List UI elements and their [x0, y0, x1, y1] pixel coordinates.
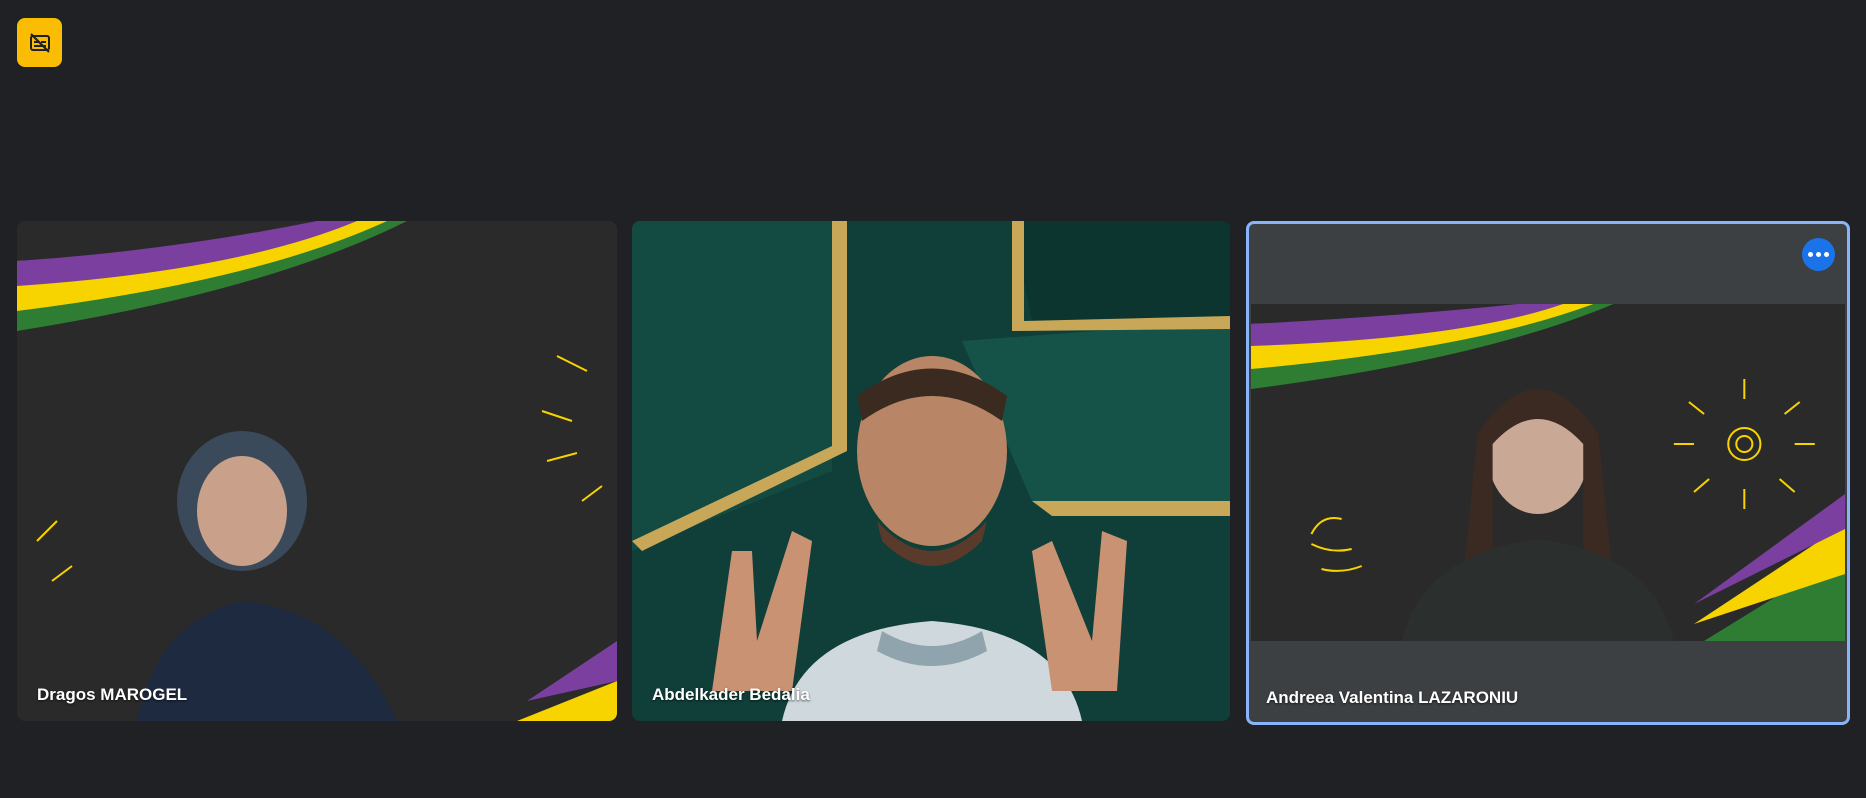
participant-tile[interactable]: Abdelkader Bedalia [632, 221, 1230, 721]
participant-tile-active[interactable]: Andreea Valentina LAZARONIU [1246, 221, 1850, 725]
participant-tile[interactable]: Dragos MAROGEL [17, 221, 617, 721]
more-options-icon [1808, 252, 1813, 257]
captions-off-icon [29, 32, 50, 53]
captions-toggle-badge[interactable] [17, 18, 62, 67]
participant-name: Andreea Valentina LAZARONIU [1266, 688, 1519, 707]
video-feed [632, 221, 1230, 721]
participant-name: Dragos MAROGEL [37, 685, 188, 704]
more-options-button[interactable] [1802, 238, 1835, 271]
video-feed [17, 221, 617, 721]
video-feed [1251, 304, 1845, 641]
participant-name: Abdelkader Bedalia [652, 685, 810, 704]
